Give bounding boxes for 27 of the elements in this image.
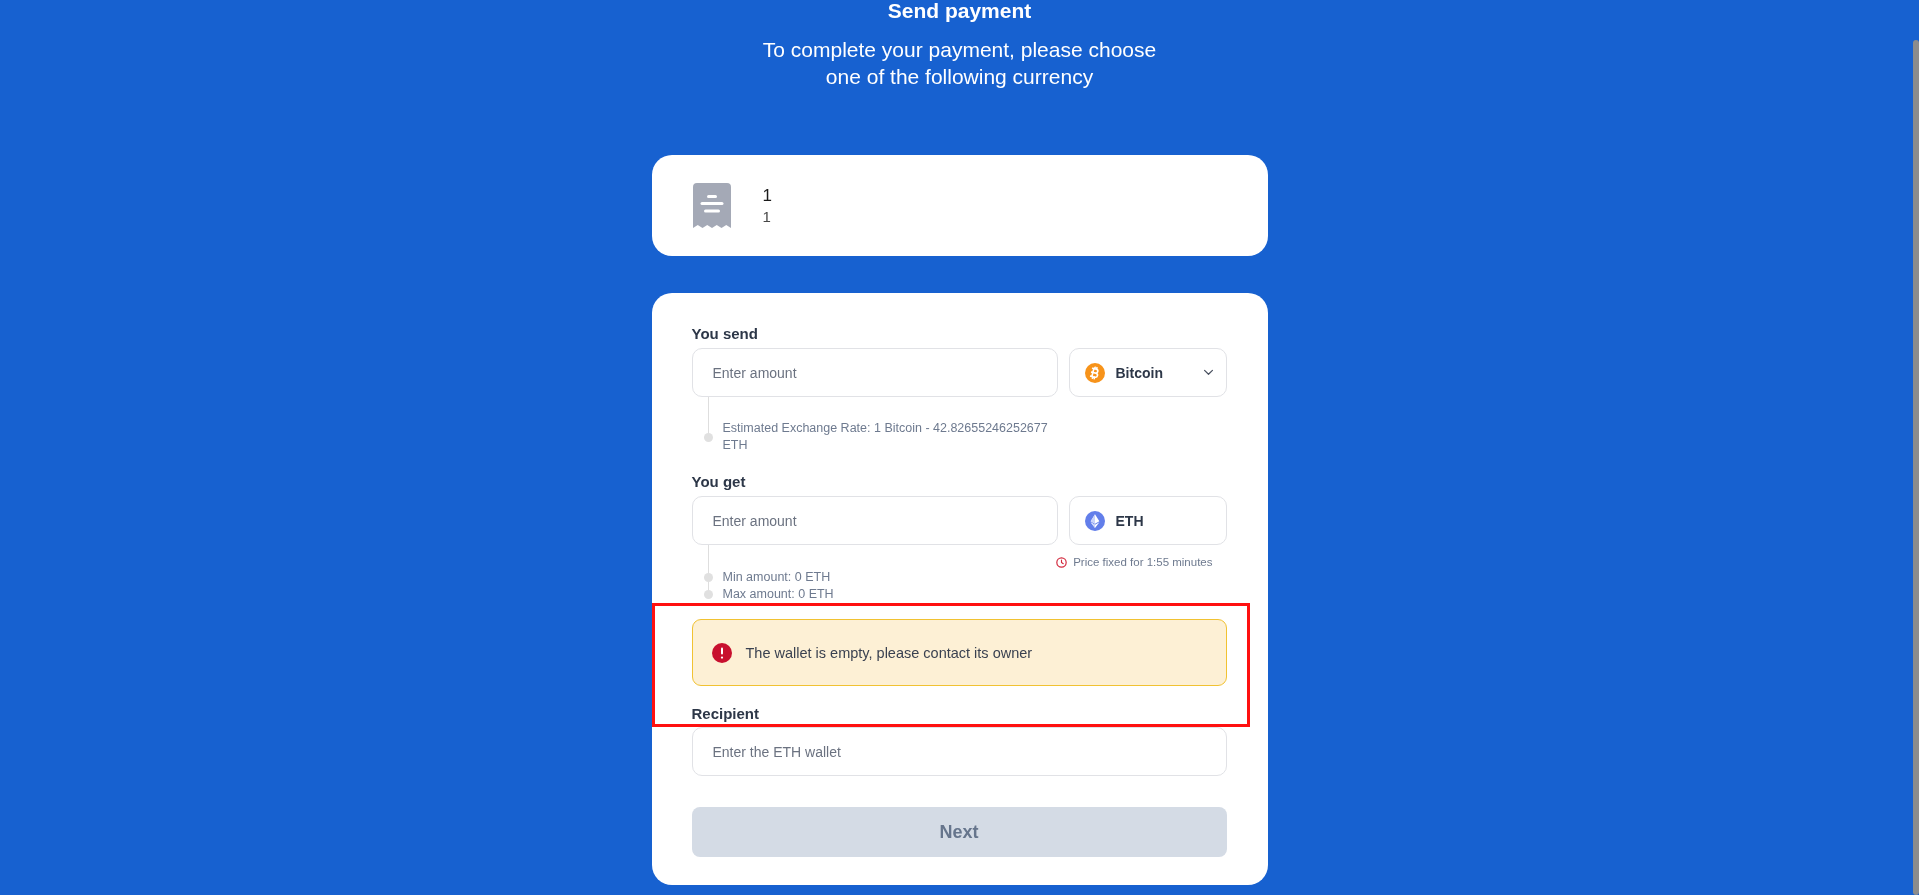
amount-input[interactable]: Enter amount bbox=[691, 348, 1058, 397]
clock-icon bbox=[1056, 556, 1068, 568]
amount-limit-text: Max amount: 0 ETH bbox=[722, 586, 835, 603]
step-dot-icon bbox=[703, 432, 713, 442]
warning-message: The wallet is empty, please contact its owner bbox=[745, 644, 1033, 661]
page-subtitle: To complete your payment, please choose one of the following currency bbox=[761, 37, 1158, 90]
ethereum-icon bbox=[1084, 510, 1105, 531]
amount-limit-text: Min amount: 0 ETH bbox=[722, 569, 832, 586]
field-label: You send bbox=[691, 324, 758, 344]
error-icon bbox=[711, 642, 732, 663]
wallet-input[interactable]: Enter the ETH wallet bbox=[691, 727, 1227, 776]
currency-field: ETH bbox=[1068, 496, 1227, 545]
field-label: You get bbox=[691, 472, 746, 492]
amount-input[interactable]: Enter amount bbox=[691, 496, 1058, 545]
receipt-icon bbox=[692, 183, 731, 228]
currency-select[interactable]: Bitcoin bbox=[1068, 348, 1227, 397]
field-label: Recipient bbox=[691, 704, 759, 724]
order-description: 1 bbox=[762, 206, 772, 227]
price-fixed-text: Price fixed for 1:55 minutes bbox=[1073, 555, 1213, 569]
step-dot-icon bbox=[703, 573, 713, 582]
step-dot-icon bbox=[703, 590, 713, 599]
chevron-down-icon bbox=[1202, 369, 1214, 376]
bitcoin-icon bbox=[1084, 362, 1105, 383]
scrollbar-thumb[interactable] bbox=[1913, 40, 1919, 895]
exchange-rate-text: Estimated Exchange Rate: 1 Bitcoin - 42.82655246252677 ETH bbox=[722, 420, 1049, 454]
order-title: 1 bbox=[762, 184, 772, 207]
page-title: Send payment bbox=[887, 0, 1032, 22]
